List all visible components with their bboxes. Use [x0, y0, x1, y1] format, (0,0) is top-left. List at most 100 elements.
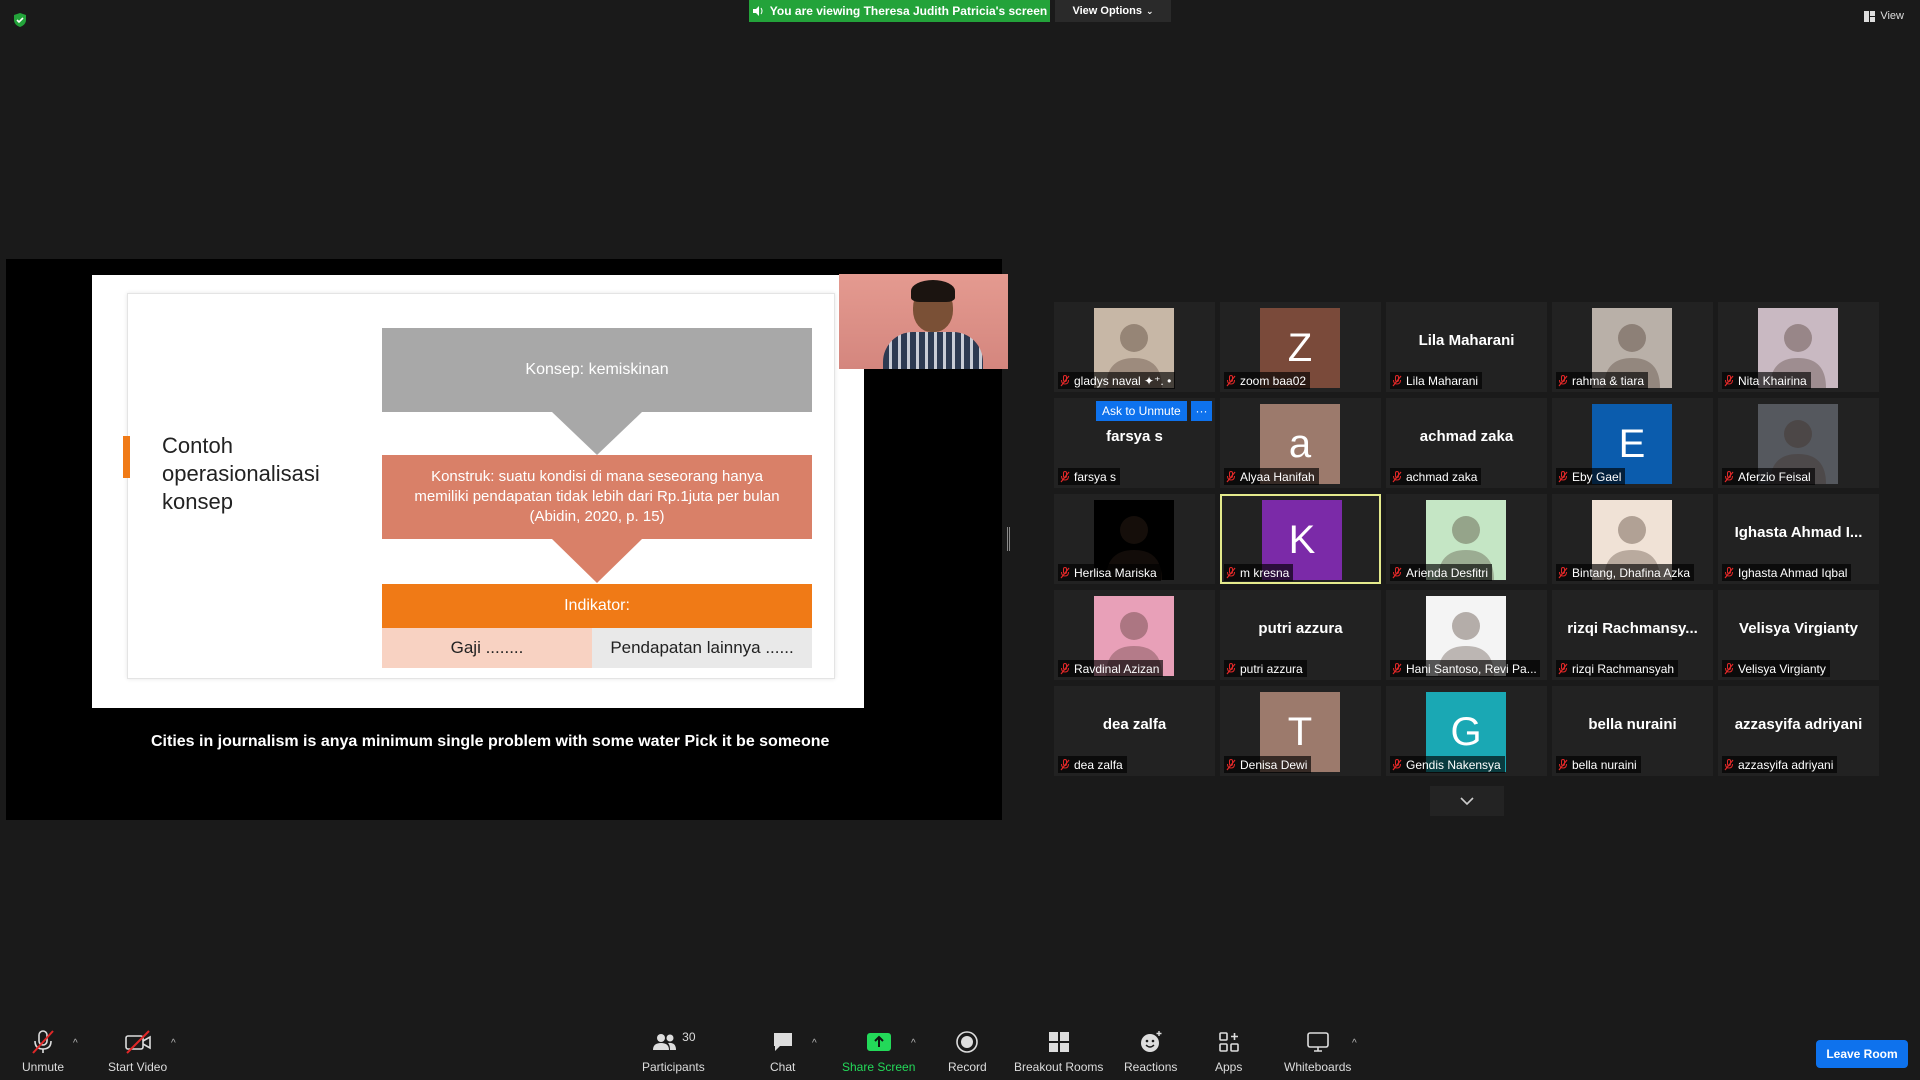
participant-tile[interactable]: azzasyifa adriyani azzasyifa adriyani: [1718, 686, 1879, 776]
muted-mic-icon: [1060, 662, 1070, 674]
grid-view-icon: [1864, 10, 1876, 22]
muted-mic-icon: [1392, 374, 1402, 386]
muted-mic-icon: [1392, 662, 1402, 674]
down-arrow-1: [552, 412, 642, 455]
ask-to-unmute-button[interactable]: Ask to Unmute: [1096, 401, 1187, 421]
participant-tile[interactable]: E Eby Gael: [1552, 398, 1713, 488]
participant-name-label: zoom baa02: [1224, 372, 1311, 389]
participant-tile[interactable]: T Denisa Dewi: [1220, 686, 1381, 776]
view-layout-button[interactable]: View: [1864, 10, 1904, 22]
reactions-button[interactable]: Reactions: [1124, 1030, 1177, 1074]
breakout-rooms-icon: [1048, 1032, 1069, 1052]
smiley-icon: [1140, 1031, 1162, 1052]
muted-mic-icon: [1558, 662, 1568, 674]
participant-name-label: bella nuraini: [1556, 756, 1641, 773]
participant-tile[interactable]: a Alyaa Hanifah: [1220, 398, 1381, 488]
participant-name: Ravdinal Azizan: [1074, 661, 1160, 676]
participant-tile[interactable]: Zzoom baa02: [1220, 302, 1381, 392]
participant-tile[interactable]: rizqi Rachmansy... rizqi Rachmansyah: [1552, 590, 1713, 680]
more-options-button[interactable]: ···: [1191, 401, 1212, 421]
share-options-caret[interactable]: ^: [911, 1038, 916, 1049]
participant-tile[interactable]: Km kresna: [1220, 494, 1381, 584]
participant-tile[interactable]: Hani Santoso, Revi Pa...: [1386, 590, 1547, 680]
split-divider-handle[interactable]: [1007, 527, 1010, 551]
participant-display-name: rizqi Rachmansy...: [1567, 620, 1698, 637]
view-options-button[interactable]: View Options ⌄: [1055, 0, 1171, 22]
muted-mic-icon: [1724, 374, 1734, 386]
video-options-caret[interactable]: ^: [171, 1038, 176, 1049]
participants-label: Participants: [642, 1060, 705, 1074]
participant-name: Eby Gael: [1572, 469, 1622, 484]
share-screen-button[interactable]: Share Screen: [842, 1030, 915, 1074]
whiteboards-button[interactable]: Whiteboards: [1284, 1030, 1351, 1074]
record-button[interactable]: Record: [948, 1030, 987, 1074]
participant-name: achmad zaka: [1406, 469, 1478, 484]
whiteboards-options-caret[interactable]: ^: [1352, 1038, 1357, 1049]
participant-tile[interactable]: rahma & tiara: [1552, 302, 1713, 392]
start-video-label: Start Video: [108, 1060, 168, 1074]
participant-tile[interactable]: achmad zaka achmad zaka: [1386, 398, 1547, 488]
unmute-label: Unmute: [22, 1060, 65, 1074]
participants-button[interactable]: 30 Participants: [642, 1030, 705, 1074]
participant-name: Nita Khairina: [1738, 373, 1807, 388]
chat-button[interactable]: Chat: [770, 1030, 795, 1074]
participant-tile[interactable]: Lila Maharani Lila Maharani: [1386, 302, 1547, 392]
participant-tile[interactable]: Bintang, Dhafina Azka: [1552, 494, 1713, 584]
participant-name: Ighasta Ahmad Iqbal: [1738, 565, 1848, 580]
chat-options-caret[interactable]: ^: [812, 1038, 817, 1049]
participant-name: Hani Santoso, Revi Pa...: [1406, 661, 1537, 676]
participant-name: dea zalfa: [1074, 757, 1123, 772]
unmute-button[interactable]: Unmute: [22, 1030, 64, 1074]
slide-title: Contoh operasionalisasi konsep: [162, 432, 352, 516]
participant-name-label: putri azzura: [1224, 660, 1307, 677]
chat-label: Chat: [770, 1060, 796, 1074]
participant-name: Denisa Dewi: [1240, 757, 1308, 772]
chevron-down-icon: ⌄: [1145, 5, 1154, 16]
share-screen-label: Share Screen: [842, 1060, 916, 1074]
muted-mic-icon: [1558, 758, 1568, 770]
participant-tile[interactable]: Nita Khairina: [1718, 302, 1879, 392]
participant-tile[interactable]: gladys naval ✦⁺. •: [1054, 302, 1215, 392]
gallery-next-page-button[interactable]: [1430, 786, 1504, 816]
breakout-rooms-label: Breakout Rooms: [1014, 1060, 1104, 1074]
participant-tile[interactable]: Herlisa Mariska: [1054, 494, 1215, 584]
participant-tile[interactable]: Aferzio Feisal: [1718, 398, 1879, 488]
leave-room-button[interactable]: Leave Room: [1816, 1040, 1908, 1068]
participant-tile[interactable]: G Gendis Nakensya: [1386, 686, 1547, 776]
participant-name-label: Herlisa Mariska: [1058, 564, 1161, 581]
participant-name: gladys naval ✦⁺. •: [1074, 373, 1172, 388]
participant-name: Gendis Nakensya: [1406, 757, 1501, 772]
participants-count: 30: [682, 1030, 696, 1044]
participant-display-name: dea zalfa: [1102, 716, 1167, 733]
participant-name: zoom baa02: [1240, 373, 1307, 388]
muted-mic-icon: [1226, 566, 1236, 578]
participant-name-label: Arienda Desfitri: [1390, 564, 1493, 581]
participant-tile[interactable]: bella nuraini bella nuraini: [1552, 686, 1713, 776]
participant-tile[interactable]: dea zalfa dea zalfa: [1054, 686, 1215, 776]
chevron-down-icon: [1460, 796, 1474, 805]
viewing-screen-banner: You are viewing Theresa Judith Patricia'…: [749, 0, 1050, 22]
muted-mic-icon: [1558, 566, 1568, 578]
participant-tile[interactable]: Ighasta Ahmad I... Ighasta Ahmad Iqbal: [1718, 494, 1879, 584]
pendapatan-box: Pendapatan lainnya ......: [592, 628, 812, 668]
participant-tile[interactable]: Arienda Desfitri: [1386, 494, 1547, 584]
audio-options-caret[interactable]: ^: [73, 1038, 78, 1049]
muted-mic-icon: [1060, 758, 1070, 770]
participant-tile[interactable]: Ravdinal Azizan: [1054, 590, 1215, 680]
participant-tile[interactable]: farsya s Ask to Unmute ··· farsya s: [1054, 398, 1215, 488]
whiteboard-icon: [1306, 1032, 1329, 1052]
participant-tile[interactable]: Velisya Virgianty Velisya Virgianty: [1718, 590, 1879, 680]
breakout-rooms-button[interactable]: Breakout Rooms: [1014, 1030, 1103, 1074]
participant-name: rahma & tiara: [1572, 373, 1645, 388]
slide-title-line-3: konsep: [162, 489, 233, 514]
muted-mic-icon: [1558, 470, 1568, 482]
shared-screen: Contoh operasionalisasi konsep Konsep: k…: [6, 259, 1008, 820]
apps-button[interactable]: Apps: [1215, 1030, 1242, 1074]
participant-tile[interactable]: putri azzura putri azzura: [1220, 590, 1381, 680]
start-video-button[interactable]: Start Video: [108, 1030, 167, 1074]
slide-title-line-1: Contoh: [162, 433, 233, 458]
participant-name: Bintang, Dhafina Azka: [1572, 565, 1691, 580]
presentation-slide: Contoh operasionalisasi konsep Konsep: k…: [92, 275, 864, 708]
security-shield-icon[interactable]: [12, 12, 28, 28]
participant-name-label: Nita Khairina: [1722, 372, 1811, 389]
